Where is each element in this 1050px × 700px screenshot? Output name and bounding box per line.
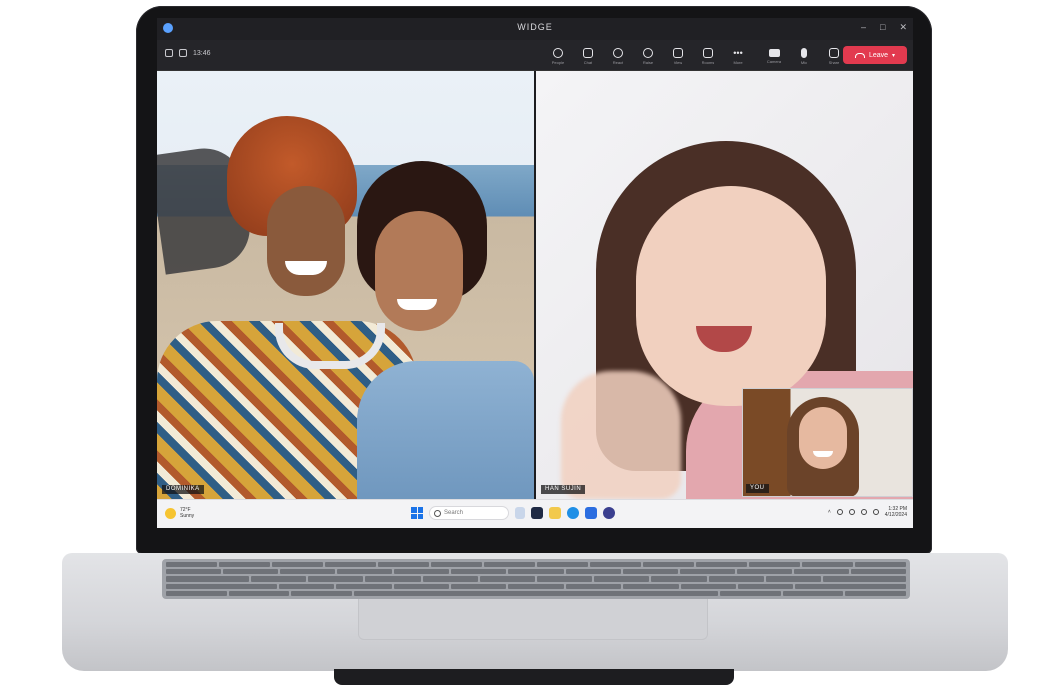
file-explorer-icon[interactable]	[549, 507, 561, 519]
participant-2-jacket	[357, 361, 534, 499]
weather-text: 72°F Sunny	[180, 507, 194, 519]
mic-icon	[801, 47, 807, 58]
record-icon[interactable]	[179, 49, 187, 57]
task-view-icon[interactable]	[515, 507, 525, 519]
media-controls: Camera Mic Share	[759, 43, 849, 69]
mic-label: Mic	[800, 59, 808, 65]
raise-hand-icon	[643, 47, 653, 58]
name-tag: DOMINIKA	[162, 485, 204, 494]
self-face	[799, 407, 847, 469]
weather-desc: Sunny	[180, 513, 195, 519]
trackpad	[358, 599, 708, 640]
mic-button[interactable]: Mic	[789, 43, 819, 69]
chat-button[interactable]: Chat	[573, 43, 603, 69]
phone-icon	[854, 52, 865, 58]
meeting-toolbar: 13:46 People Chat React Raise View Rooms…	[157, 40, 913, 71]
reactions-label: React	[612, 59, 624, 65]
rooms-icon	[703, 47, 713, 58]
raise-hand-label: Raise	[642, 59, 654, 65]
participant-2-face	[375, 211, 463, 331]
view-button[interactable]: View	[663, 43, 693, 69]
view-icon	[673, 47, 683, 58]
name-tag: HAN SUJIN	[541, 485, 586, 494]
chat-icon	[583, 47, 593, 58]
system-tray: ˄ 1:32 PM 4/12/2024	[828, 506, 907, 518]
search-icon	[434, 509, 441, 517]
close-button[interactable]: ✕	[899, 22, 907, 33]
store-icon[interactable]	[585, 507, 597, 519]
meeting-timer: 13:46	[193, 49, 211, 57]
participant-1-face	[267, 186, 345, 296]
chat-label: Chat	[583, 59, 593, 65]
meeting-app-icon[interactable]	[603, 507, 615, 519]
weather-widget[interactable]: 72°F Sunny	[165, 507, 194, 519]
camera-button[interactable]: Camera	[759, 43, 789, 69]
view-label: View	[673, 59, 683, 65]
title-bar: WIDGE – □ ✕	[157, 18, 913, 40]
clock[interactable]: 1:32 PM 4/12/2024	[885, 506, 907, 518]
shield-icon[interactable]	[165, 49, 173, 57]
os-taskbar: 72°F Sunny Search ˄ 1:32 PM 4/12/2024	[157, 499, 913, 528]
volume-icon[interactable]	[860, 509, 867, 515]
camera-label: Camera	[766, 58, 782, 64]
rooms-label: Rooms	[701, 59, 715, 65]
more-button[interactable]: ••• More	[723, 43, 753, 69]
camera-icon	[768, 48, 780, 57]
self-name-tag: YOU	[746, 484, 769, 493]
people-button[interactable]: People	[543, 43, 573, 69]
battery-icon[interactable]	[872, 509, 879, 515]
people-label: People	[551, 59, 565, 65]
sun-icon	[165, 507, 176, 519]
cloud-icon[interactable]	[836, 509, 843, 515]
more-icon: •••	[733, 47, 743, 58]
video-tile-participant-1[interactable]: DOMINIKA	[157, 71, 534, 499]
window-title: WIDGE	[517, 22, 553, 32]
keyboard	[162, 559, 910, 599]
meeting-tools: People Chat React Raise View Rooms ••• M…	[543, 43, 753, 69]
reactions-button[interactable]: React	[603, 43, 633, 69]
leave-label: Leave	[868, 51, 889, 59]
more-label: More	[733, 59, 743, 65]
participant-3-face	[636, 186, 826, 406]
share-icon	[829, 47, 839, 58]
self-view[interactable]: YOU	[742, 388, 913, 497]
self-smile	[813, 451, 833, 457]
laptop-hinge	[334, 669, 734, 685]
toolbar-left: 13:46	[165, 49, 211, 57]
wifi-icon[interactable]	[848, 509, 855, 515]
laptop-base	[62, 553, 1008, 685]
widgets-icon[interactable]	[531, 507, 543, 519]
maximize-button[interactable]: □	[880, 22, 885, 33]
people-icon	[553, 47, 563, 58]
edge-icon[interactable]	[567, 507, 579, 519]
minimize-button[interactable]: –	[861, 22, 866, 33]
search-placeholder: Search	[444, 510, 464, 516]
chevron-up-icon[interactable]: ˄	[828, 509, 831, 515]
chevron-down-icon[interactable]: ▾	[892, 52, 895, 59]
share-label: Share	[828, 59, 840, 65]
raise-hand-button[interactable]: Raise	[633, 43, 663, 69]
start-icon[interactable]	[411, 507, 423, 519]
taskbar-apps: Search	[411, 506, 615, 520]
participant-2-smile	[397, 299, 437, 310]
taskbar-search[interactable]: Search	[429, 506, 509, 520]
clock-date: 4/12/2024	[884, 512, 907, 518]
waving-hand	[561, 371, 681, 499]
screen: WIDGE – □ ✕ 13:46 People Chat React Rais…	[157, 18, 913, 528]
leave-button[interactable]: Leave ▾	[843, 46, 907, 64]
reactions-icon	[613, 47, 623, 58]
window-controls: – □ ✕	[861, 22, 907, 33]
rooms-button[interactable]: Rooms	[693, 43, 723, 69]
